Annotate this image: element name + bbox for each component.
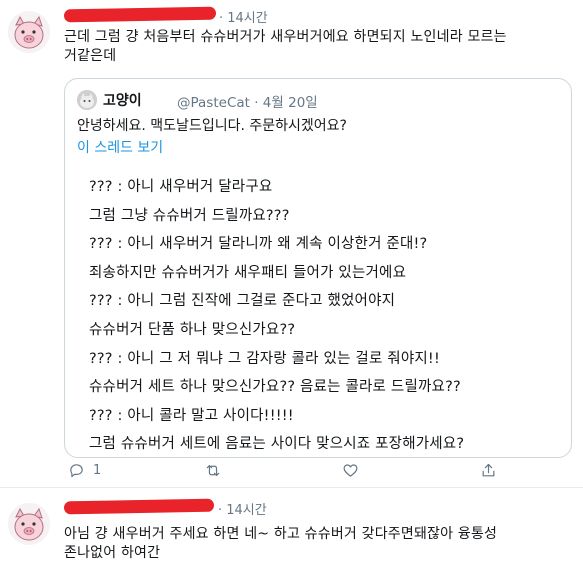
share-button[interactable]	[480, 462, 497, 479]
quoted-image-dialog: ??? : 아니 새우버거 달라구요 그럼 그냥 슈슈버거 드릴까요??? ??…	[89, 173, 559, 459]
pig-avatar-icon	[8, 503, 50, 545]
tweet-time[interactable]: · 14시간	[218, 499, 267, 518]
dialog-line: 슈슈버거 단품 하나 맞으신가요??	[89, 321, 296, 338]
dialog-line: 죄송하지만 슈슈버거가 새우패티 들어가 있는거에요	[89, 264, 407, 281]
retweet-icon	[206, 464, 220, 477]
reply-icon	[70, 464, 83, 478]
share-icon	[482, 463, 495, 477]
tweet-1: · 14시간 근데 그럼 걍 처음부터 슈슈버거가 새우버거에요 하면되지 노인…	[0, 0, 583, 488]
dialog-line: 슈슈버거 세트 하나 맞으신가요?? 음료는 콜라로 드릴까요??	[89, 379, 461, 396]
user-avatar[interactable]	[8, 11, 50, 53]
tweet-actions: 1	[64, 462, 564, 484]
tweet-time[interactable]: · 14시간	[219, 7, 268, 26]
cat-avatar	[77, 90, 97, 110]
dialog-line: 그럼 그냥 슈슈버거 드릴까요???	[89, 207, 290, 224]
redacted-username	[63, 6, 217, 23]
dialog-line: ??? : 아니 새우버거 달라구요	[89, 179, 273, 195]
pig-avatar-icon	[8, 11, 50, 53]
reply-count: 1	[93, 463, 102, 478]
dialog-line: 그럼 슈슈버거 세트에 음료는 사이다 맞으시죠 포장해가세요?	[89, 436, 465, 453]
redacted-username	[63, 498, 215, 515]
tweet-text-line-2: 존나없어 하여간	[64, 545, 161, 561]
reply-button[interactable]: 1	[68, 462, 101, 479]
like-button[interactable]	[342, 462, 359, 479]
quoted-handle-date: @PasteCat · 4월 20일	[177, 95, 318, 111]
dialog-line: ??? : 아니 새우버거 달라니까 왜 계속 이상한거 준대!?	[89, 236, 428, 253]
tweet-text-line-1: 아님 걍 새우버거 주세요 하면 네~ 하고 슈슈버거 갖다주면돼잖아 융통성	[64, 526, 498, 542]
user-avatar[interactable]	[8, 503, 50, 545]
tweet-2: · 14시간 아님 걍 새우버거 주세요 하면 네~ 하고 슈슈버거 갖다주면돼…	[0, 488, 583, 572]
tweet-text-line-1: 근데 그럼 걍 처음부터 슈슈버거가 새우버거에요 하면되지 노인네라 모르는	[64, 29, 507, 45]
tweet-text-line-2: 거같은데	[64, 48, 117, 64]
dialog-line: ??? : 아니 그럼 진작에 그걸로 준다고 했었어야지	[89, 293, 396, 310]
quoted-text: 안녕하세요. 맥도날드입니다. 주문하시겠어요?	[77, 118, 347, 134]
quoted-display-name[interactable]: 고양이	[103, 90, 142, 110]
dialog-line: ??? : 아니 콜라 말고 사이다!!!!!	[89, 407, 294, 424]
cat-avatar-icon	[77, 90, 97, 110]
dialog-line: ??? : 아니 그 저 뭐냐 그 감자랑 콜라 있는 걸로 줘야지!!	[89, 350, 440, 367]
view-thread-link[interactable]: 이 스레드 보기	[77, 137, 163, 157]
quoted-tweet[interactable]: 고양이 @PasteCat · 4월 20일 안녕하세요. 맥도날드입니다. 주…	[64, 78, 572, 458]
retweet-button[interactable]	[204, 462, 222, 479]
heart-icon	[343, 464, 358, 477]
